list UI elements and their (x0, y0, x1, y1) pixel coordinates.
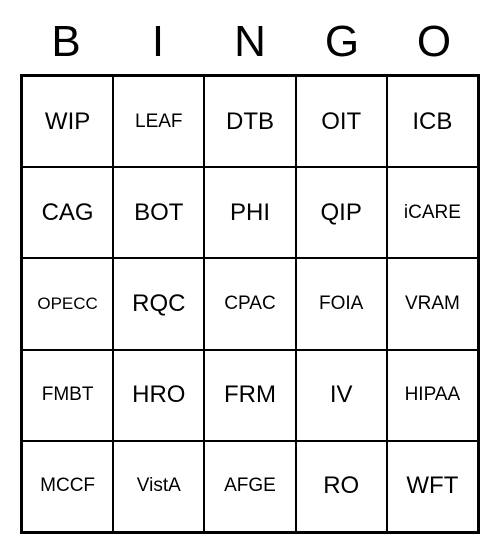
bingo-cell[interactable]: BOT (113, 167, 204, 258)
bingo-cell[interactable]: CAG (22, 167, 113, 258)
bingo-cell[interactable]: OIT (296, 76, 387, 167)
bingo-cell[interactable]: HIPAA (387, 350, 478, 441)
bingo-cell[interactable]: IV (296, 350, 387, 441)
header-g: G (296, 10, 388, 74)
bingo-cell[interactable]: iCARE (387, 167, 478, 258)
bingo-cell[interactable]: VistA (113, 441, 204, 532)
bingo-cell[interactable]: AFGE (204, 441, 295, 532)
bingo-cell[interactable]: WIP (22, 76, 113, 167)
bingo-cell[interactable]: OPECC (22, 258, 113, 349)
bingo-cell[interactable]: ICB (387, 76, 478, 167)
bingo-cell[interactable]: PHI (204, 167, 295, 258)
bingo-cell[interactable]: LEAF (113, 76, 204, 167)
bingo-header-row: B I N G O (20, 10, 480, 74)
bingo-grid: WIP LEAF DTB OIT ICB CAG BOT PHI QIP iCA… (20, 74, 480, 534)
header-b: B (20, 10, 112, 74)
bingo-cell[interactable]: WFT (387, 441, 478, 532)
header-i: I (112, 10, 204, 74)
bingo-cell[interactable]: HRO (113, 350, 204, 441)
header-o: O (388, 10, 480, 74)
bingo-cell[interactable]: FRM (204, 350, 295, 441)
bingo-cell[interactable]: QIP (296, 167, 387, 258)
bingo-cell[interactable]: DTB (204, 76, 295, 167)
bingo-cell[interactable]: VRAM (387, 258, 478, 349)
bingo-cell[interactable]: CPAC (204, 258, 295, 349)
header-n: N (204, 10, 296, 74)
bingo-card: B I N G O WIP LEAF DTB OIT ICB CAG BOT P… (20, 10, 480, 534)
bingo-cell[interactable]: RQC (113, 258, 204, 349)
bingo-cell[interactable]: RO (296, 441, 387, 532)
bingo-cell[interactable]: MCCF (22, 441, 113, 532)
bingo-cell[interactable]: FMBT (22, 350, 113, 441)
bingo-cell[interactable]: FOIA (296, 258, 387, 349)
